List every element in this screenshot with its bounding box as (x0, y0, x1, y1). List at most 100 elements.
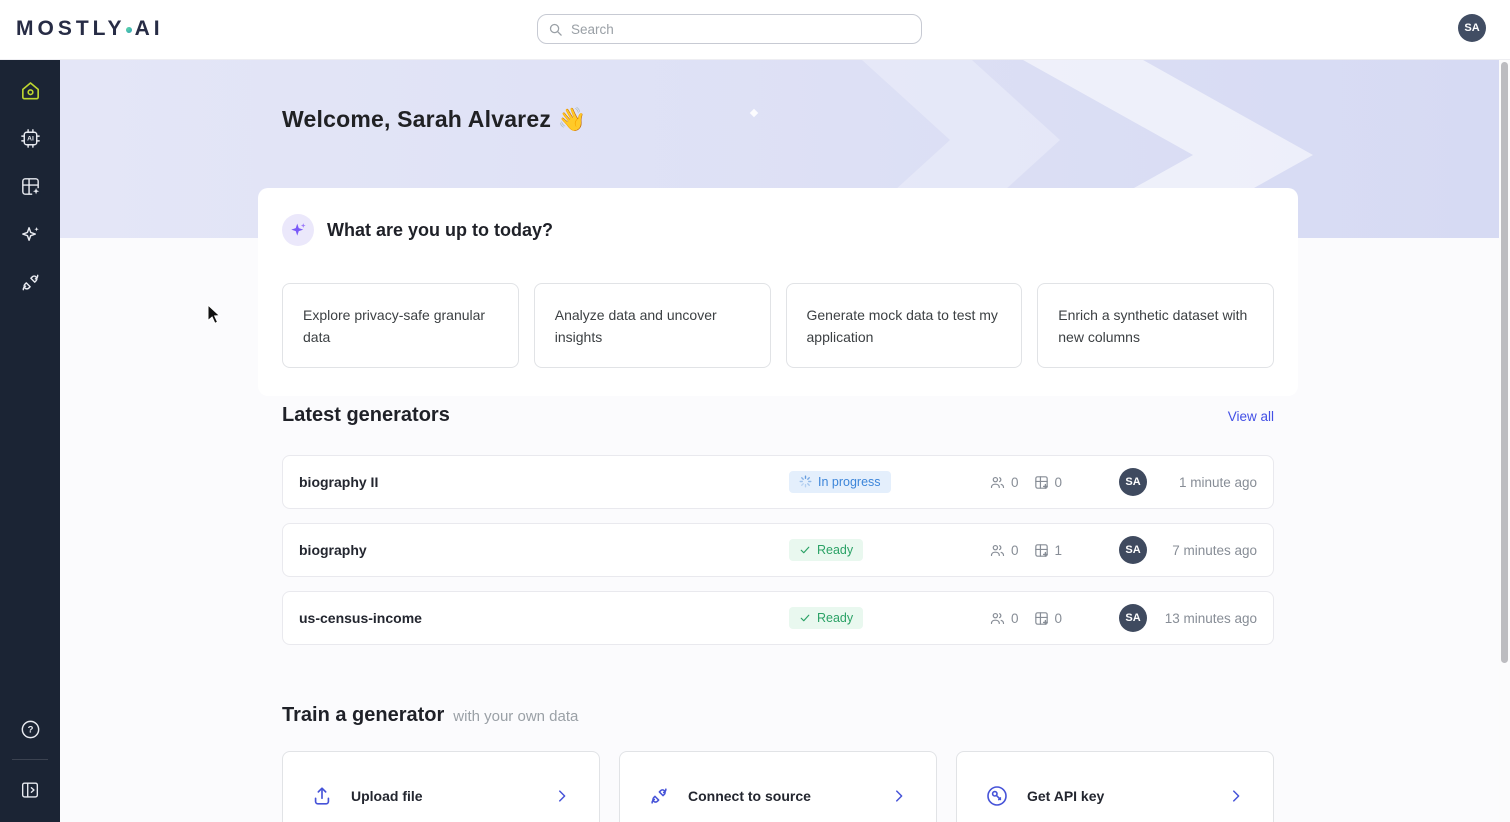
ai-chip-icon: AI (19, 127, 42, 150)
table-icon (1033, 542, 1050, 559)
collapse-sidebar-button[interactable] (0, 766, 60, 814)
latest-generators-title: Latest generators (282, 404, 450, 427)
card-label: Get API key (1027, 788, 1104, 804)
sidebar-divider (12, 759, 48, 760)
status-badge: Ready (789, 539, 863, 561)
sidebar-item-datasets[interactable] (0, 162, 60, 210)
sidebar-item-assistant[interactable] (0, 210, 60, 258)
generator-row[interactable]: biography II In progress (282, 455, 1274, 509)
search-icon (548, 22, 563, 37)
subjects-stat: 0 (989, 610, 1019, 627)
card-label: Connect to source (688, 788, 811, 804)
search-bar[interactable] (537, 14, 922, 44)
people-icon (989, 542, 1006, 559)
tables-count: 1 (1055, 543, 1063, 558)
chevron-right-icon (553, 787, 571, 805)
card-label: Upload file (351, 788, 423, 804)
svg-text:AI: AI (27, 135, 34, 142)
chevron-right-icon (1227, 787, 1245, 805)
check-icon (799, 612, 811, 624)
owner-avatar: SA (1119, 536, 1147, 564)
logo-text-left: MOSTLY (16, 17, 126, 41)
sparkle-icon (289, 221, 307, 239)
option-label: Enrich a synthetic dataset with new colu… (1058, 304, 1253, 348)
mostly-ai-logo[interactable]: MOSTLY AI (16, 17, 164, 41)
subjects-count: 0 (1011, 475, 1019, 490)
subjects-stat: 0 (989, 542, 1019, 559)
table-icon (1033, 474, 1050, 491)
status-badge: In progress (789, 471, 891, 493)
upload-file-card[interactable]: Upload file (282, 751, 600, 822)
chevron-right-icon (890, 787, 908, 805)
generator-name: us-census-income (299, 610, 789, 626)
people-icon (989, 610, 1006, 627)
updated-time: 1 minute ago (1163, 475, 1257, 490)
wave-emoji: 👋 (558, 106, 587, 132)
subjects-count: 0 (1011, 611, 1019, 626)
prompt-title: What are you up to today? (327, 220, 553, 241)
topbar: MOSTLY AI SA (0, 0, 1510, 60)
scrollbar-track (1499, 60, 1510, 822)
welcome-text: Welcome, Sarah Alvarez (282, 106, 551, 132)
status-badge: Ready (789, 607, 863, 629)
view-all-link[interactable]: View all (1228, 409, 1274, 424)
mouse-cursor (207, 304, 221, 325)
upload-icon (311, 785, 333, 807)
tables-count: 0 (1055, 475, 1063, 490)
help-icon: ? (19, 718, 42, 741)
status-label: Ready (817, 611, 853, 625)
option-enrich-dataset[interactable]: Enrich a synthetic dataset with new colu… (1037, 283, 1274, 368)
help-button[interactable]: ? (0, 705, 60, 753)
subjects-count: 0 (1011, 543, 1019, 558)
status-label: In progress (818, 475, 881, 489)
option-explore-data[interactable]: Explore privacy-safe granular data (282, 283, 519, 368)
api-key-icon (985, 784, 1009, 808)
sidebar: AI ? (0, 60, 60, 822)
generator-name: biography (299, 542, 789, 558)
train-generator-subtitle: with your own data (453, 708, 578, 725)
connect-to-source-card[interactable]: Connect to source (619, 751, 937, 822)
option-generate-mock-data[interactable]: Generate mock data to test my applicatio… (786, 283, 1023, 368)
updated-time: 7 minutes ago (1163, 543, 1257, 558)
table-icon (1033, 610, 1050, 627)
owner-avatar: SA (1119, 604, 1147, 632)
home-icon (19, 79, 42, 102)
sidebar-item-generators[interactable]: AI (0, 114, 60, 162)
check-icon (799, 544, 811, 556)
sidebar-item-connectors[interactable] (0, 258, 60, 306)
search-input[interactable] (571, 22, 911, 37)
option-label: Analyze data and uncover insights (555, 304, 750, 348)
updated-time: 13 minutes ago (1163, 611, 1257, 626)
tables-stat: 1 (1033, 542, 1063, 559)
subjects-stat: 0 (989, 474, 1019, 491)
option-analyze-data[interactable]: Analyze data and uncover insights (534, 283, 771, 368)
train-generator-title: Train a generator (282, 704, 444, 727)
generator-row[interactable]: us-census-income Ready 0 0 SA 13 minutes… (282, 591, 1274, 645)
scrollbar-thumb[interactable] (1501, 62, 1508, 663)
owner-avatar: SA (1119, 468, 1147, 496)
option-label: Generate mock data to test my applicatio… (807, 304, 1002, 348)
tables-stat: 0 (1033, 610, 1063, 627)
tables-stat: 0 (1033, 474, 1063, 491)
connect-icon (648, 785, 670, 807)
svg-text:?: ? (27, 724, 33, 735)
sidebar-item-home[interactable] (0, 66, 60, 114)
assistant-sparkle-badge (282, 214, 314, 246)
generator-row[interactable]: biography Ready 0 1 SA 7 minutes ago (282, 523, 1274, 577)
people-icon (989, 474, 1006, 491)
logo-dot (126, 27, 132, 33)
sparkles-icon (19, 223, 42, 246)
datasets-icon (19, 175, 42, 198)
prompt-card: What are you up to today? Explore privac… (258, 188, 1298, 396)
status-label: Ready (817, 543, 853, 557)
generator-name: biography II (299, 474, 789, 490)
user-avatar[interactable]: SA (1458, 14, 1486, 42)
collapse-panel-icon (19, 779, 41, 801)
option-label: Explore privacy-safe granular data (303, 304, 498, 348)
plug-icon (19, 271, 42, 294)
get-api-key-card[interactable]: Get API key (956, 751, 1274, 822)
tables-count: 0 (1055, 611, 1063, 626)
spinner-icon (799, 475, 812, 488)
welcome-title: Welcome, Sarah Alvarez 👋 (282, 106, 586, 133)
logo-text-right: AI (135, 17, 164, 41)
